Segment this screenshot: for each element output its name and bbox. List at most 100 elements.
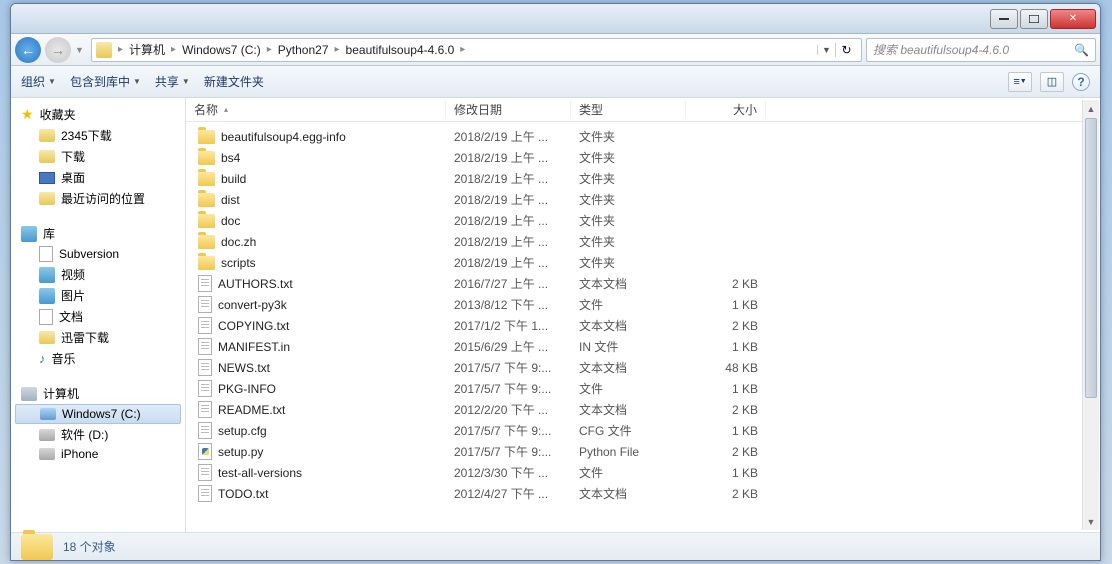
breadcrumb-item[interactable]: Windows7 (C:) [178,43,265,57]
file-row[interactable]: COPYING.txt2017/1/2 下午 1...文本文档2 KB [186,315,1100,336]
computer-header[interactable]: 计算机 [11,383,185,404]
breadcrumb-separator-icon[interactable]: ▸ [169,44,178,55]
file-row[interactable]: scripts 2018/2/19 上午 ...文件夹 [186,252,1100,273]
sidebar-item-subversion[interactable]: Subversion [11,244,185,264]
sidebar-item-pictures[interactable]: 图片 [11,285,185,306]
breadcrumb-separator-icon[interactable]: ▸ [265,44,274,55]
preview-pane-button[interactable]: ◫ [1040,72,1064,92]
breadcrumb[interactable]: ▸ 计算机 ▸ Windows7 (C:) ▸ Python27 ▸ beaut… [91,38,862,62]
scroll-up-icon[interactable]: ▲ [1083,100,1099,117]
new-folder-button[interactable]: 新建文件夹 [204,73,264,90]
breadcrumb-item[interactable]: Python27 [274,43,333,57]
breadcrumb-item[interactable]: 计算机 [125,41,169,58]
column-type[interactable]: 类型 [571,101,686,118]
sidebar-item-drive-c[interactable]: Windows7 (C:) [15,404,181,424]
folder-icon [39,331,55,344]
file-row[interactable]: AUTHORS.txt2016/7/27 上午 ...文本文档2 KB [186,273,1100,294]
view-options-button[interactable]: ≡ ▼ [1008,72,1032,92]
file-size: 1 KB [686,382,766,396]
column-name[interactable]: 名称▴ [186,101,446,118]
file-row[interactable]: build2018/2/19 上午 ...文件夹 [186,168,1100,189]
file-size: 2 KB [686,487,766,501]
explorer-window: ✕ ← → ▼ ▸ 计算机 ▸ Windows7 (C:) ▸ Python27… [10,3,1101,561]
sidebar-item-xunlei[interactable]: 迅雷下载 [11,327,185,348]
file-row[interactable]: setup.py2017/5/7 下午 9:...Python File2 KB [186,441,1100,462]
file-size: 2 KB [686,277,766,291]
sidebar-item-documents[interactable]: 文档 [11,306,185,327]
file-row[interactable]: setup.cfg2017/5/7 下午 9:...CFG 文件1 KB [186,420,1100,441]
file-row[interactable]: doc.zh2018/2/19 上午 ...文件夹 [186,231,1100,252]
star-icon: ★ [21,106,34,123]
sidebar-item-drive-d[interactable]: 软件 (D:) [11,424,185,445]
file-row[interactable]: NEWS.txt2017/5/7 下午 9:...文本文档48 KB [186,357,1100,378]
breadcrumb-item[interactable]: beautifulsoup4-4.6.0 [342,43,459,57]
file-type: 文件夹 [571,254,686,271]
file-name: test-all-versions [218,466,302,480]
file-row[interactable]: beautifulsoup4.egg-info2018/2/19 上午 ...文… [186,126,1100,147]
file-row[interactable]: MANIFEST.in2015/6/29 上午 ...IN 文件1 KB [186,336,1100,357]
file-date: 2018/2/19 上午 ... [446,254,571,271]
forward-button[interactable]: → [45,37,71,63]
file-row[interactable]: dist2018/2/19 上午 ...文件夹 [186,189,1100,210]
column-size[interactable]: 大小 [686,101,766,118]
file-name: scripts [221,256,256,270]
text-file-icon [198,317,212,334]
share-menu[interactable]: 共享 ▼ [155,73,190,90]
file-row[interactable]: TODO.txt2012/4/27 下午 ...文本文档2 KB [186,483,1100,504]
refresh-button[interactable]: ↻ [835,43,857,57]
sidebar-item-desktop[interactable]: 桌面 [11,167,185,188]
minimize-button[interactable] [990,9,1018,29]
file-size: 1 KB [686,298,766,312]
file-name: README.txt [218,403,285,417]
file-name: COPYING.txt [218,319,289,333]
column-date[interactable]: 修改日期 [446,101,571,118]
file-date: 2018/2/19 上午 ... [446,128,571,145]
organize-menu[interactable]: 组织 ▼ [21,73,56,90]
folder-icon [39,150,55,163]
include-in-library-menu[interactable]: 包含到库中 ▼ [70,73,141,90]
file-size: 1 KB [686,466,766,480]
vertical-scrollbar[interactable]: ▲ ▼ [1082,100,1099,530]
sidebar-item-downloads[interactable]: 下载 [11,146,185,167]
help-button[interactable]: ? [1072,73,1090,91]
path-dropdown[interactable]: ▼ [817,45,835,55]
file-type: 文件 [571,464,686,481]
sidebar-item-videos[interactable]: 视频 [11,264,185,285]
sidebar-item-2345-download[interactable]: 2345下载 [11,125,185,146]
text-file-icon [198,359,212,376]
subversion-icon [39,246,53,262]
scrollbar-thumb[interactable] [1085,118,1097,398]
computer-icon [21,387,37,401]
python-file-icon [198,443,212,460]
file-row[interactable]: doc2018/2/19 上午 ...文件夹 [186,210,1100,231]
folder-icon [198,235,215,249]
back-button[interactable]: ← [15,37,41,63]
favorites-header[interactable]: ★收藏夹 [11,104,185,125]
sidebar-item-music[interactable]: ♪音乐 [11,348,185,369]
maximize-button[interactable] [1020,9,1048,29]
file-date: 2018/2/19 上午 ... [446,233,571,250]
libraries-header[interactable]: 库 [11,223,185,244]
search-placeholder: 搜索 beautifulsoup4-4.6.0 [873,41,1009,58]
file-row[interactable]: test-all-versions2012/3/30 下午 ...文件1 KB [186,462,1100,483]
close-button[interactable]: ✕ [1050,9,1096,29]
search-input[interactable]: 搜索 beautifulsoup4-4.6.0 🔍 [866,38,1096,62]
history-dropdown[interactable]: ▼ [75,45,87,55]
sidebar-item-iphone[interactable]: iPhone [11,445,185,463]
text-file-icon [198,464,212,481]
file-row[interactable]: README.txt2012/2/20 下午 ...文本文档2 KB [186,399,1100,420]
file-row[interactable]: PKG-INFO2017/5/7 下午 9:...文件1 KB [186,378,1100,399]
search-icon[interactable]: 🔍 [1074,43,1089,57]
device-icon [39,448,55,460]
scroll-down-icon[interactable]: ▼ [1083,513,1099,530]
file-row[interactable]: convert-py3k2013/8/12 下午 ...文件1 KB [186,294,1100,315]
breadcrumb-separator-icon[interactable]: ▸ [458,44,467,55]
folder-icon [198,193,215,207]
breadcrumb-separator-icon[interactable]: ▸ [116,44,125,55]
sidebar-item-recent[interactable]: 最近访问的位置 [11,188,185,209]
text-file-icon [198,422,212,439]
text-file-icon [198,338,212,355]
file-name: doc.zh [221,235,256,249]
breadcrumb-separator-icon[interactable]: ▸ [333,44,342,55]
file-row[interactable]: bs42018/2/19 上午 ...文件夹 [186,147,1100,168]
